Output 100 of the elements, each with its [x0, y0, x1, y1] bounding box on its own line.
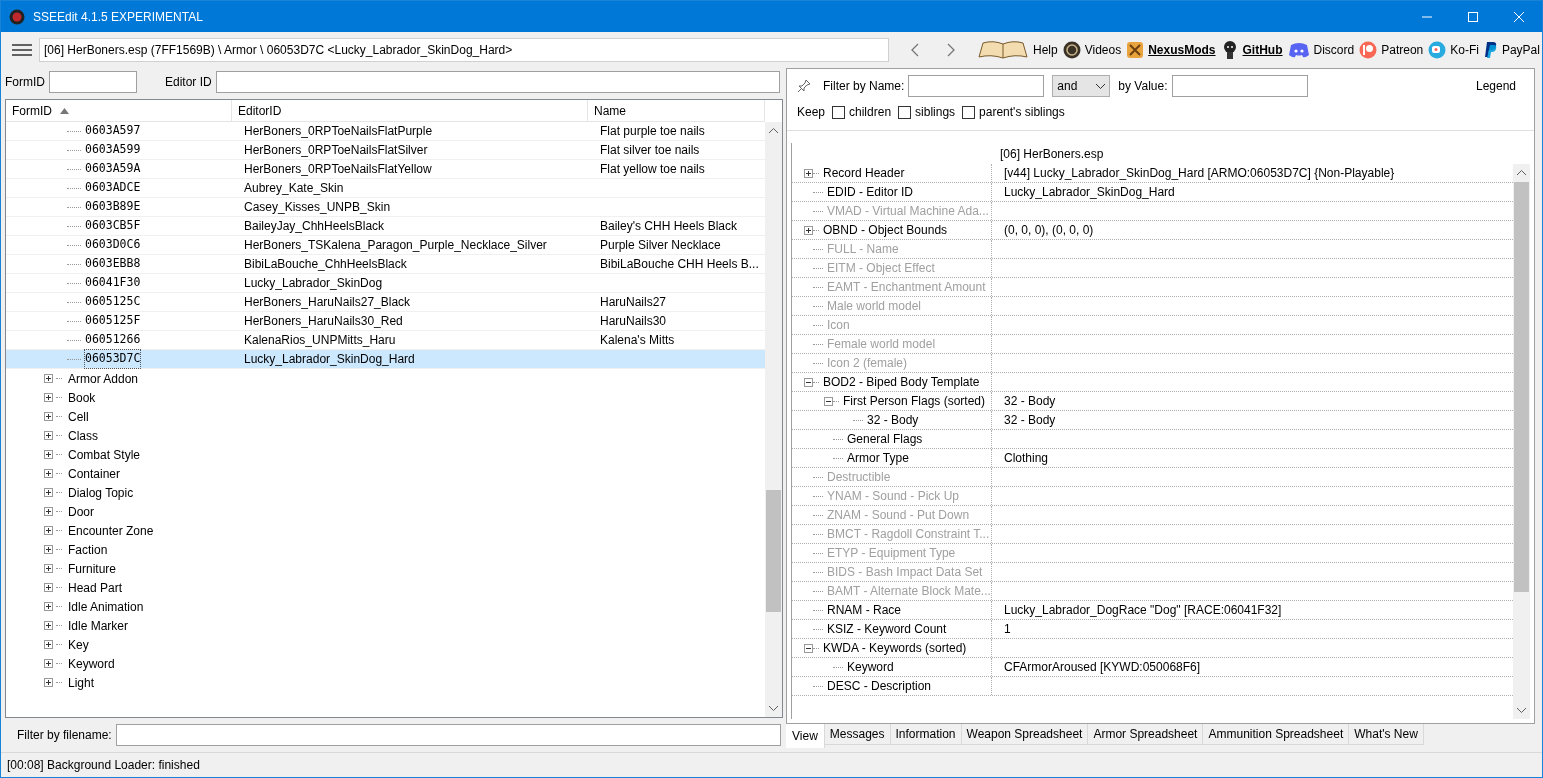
expand-icon[interactable]	[44, 374, 53, 383]
toolbar-link[interactable]: Discord	[1287, 41, 1355, 59]
pin-icon[interactable]	[797, 79, 811, 93]
filter-value-field[interactable]	[1171, 75, 1308, 97]
expand-icon[interactable]	[44, 450, 53, 459]
field-label[interactable]: General Flags	[847, 430, 923, 448]
scroll-down-icon[interactable]	[769, 705, 778, 711]
editor-id-field[interactable]	[215, 71, 780, 93]
column-header[interactable]: EditorID	[232, 100, 588, 121]
scrollbar-thumb[interactable]	[766, 490, 781, 612]
group-node[interactable]: Furniture	[68, 559, 117, 578]
column-header[interactable]: Name	[588, 100, 765, 121]
legend-button[interactable]: Legend	[1475, 77, 1516, 95]
expand-icon[interactable]	[44, 526, 53, 535]
field-label[interactable]: Keyword	[847, 658, 894, 676]
record-row[interactable]: 06041F30 Lucky_Labrador_SkinDog	[6, 274, 765, 293]
group-node[interactable]: Cell	[68, 407, 89, 426]
scroll-down-icon[interactable]	[1517, 707, 1526, 713]
group-node[interactable]: Idle Animation	[68, 597, 144, 616]
toolbar-link[interactable]: Videos	[1062, 41, 1122, 59]
group-node[interactable]: Keyword	[68, 654, 115, 673]
scrollbar[interactable]	[765, 122, 782, 717]
record-row[interactable]: 0605125C HerBoners_HaruNails27_Black HaruNails27	[6, 293, 765, 312]
record-row[interactable]: 0603A599 HerBoners_0RPToeNailsFlatSilver Flat silver toe nails	[6, 141, 765, 160]
expand-icon[interactable]	[44, 659, 53, 668]
scrollbar-thumb[interactable]	[1514, 182, 1529, 592]
field-label[interactable]: Armor Type	[847, 449, 909, 467]
tab[interactable]: Information	[890, 724, 962, 745]
record-row[interactable]: 06053D7C Lucky_Labrador_SkinDog_Hard	[6, 350, 765, 369]
group-node[interactable]: Encounter Zone	[68, 521, 154, 540]
field-label[interactable]: BOD2 - Biped Body Template	[823, 373, 980, 391]
expand-icon[interactable]	[44, 583, 53, 592]
group-node[interactable]: Door	[68, 502, 94, 521]
expand-icon[interactable]	[44, 564, 53, 573]
scrollbar[interactable]	[1513, 164, 1530, 719]
tab[interactable]: Messages	[824, 724, 891, 745]
group-node[interactable]: Class	[68, 426, 98, 445]
scroll-up-icon[interactable]	[1517, 170, 1526, 176]
expand-icon[interactable]	[44, 393, 53, 402]
expand-icon[interactable]	[44, 678, 53, 687]
expand-icon[interactable]	[804, 168, 813, 178]
expand-icon[interactable]	[44, 640, 53, 649]
record-row[interactable]: 0603D0C6 HerBoners_TSKalena_Paragon_Purple_Necklace_Silver Purple Silver Necklace	[6, 236, 765, 255]
group-node[interactable]: Armor Addon	[68, 369, 139, 388]
operator-dropdown[interactable]: and	[1052, 75, 1111, 97]
expand-icon[interactable]	[44, 412, 53, 421]
collapse-icon[interactable]	[804, 643, 813, 653]
expand-icon[interactable]	[44, 545, 53, 554]
record-row[interactable]: 0603EBB8 BibiLaBouche_ChhHeelsBlack BibiLaBouche CHH Heels B...	[6, 255, 765, 274]
field-label[interactable]: 32 - Body	[867, 411, 919, 429]
field-label[interactable]: EDID - Editor ID	[827, 183, 913, 201]
group-node[interactable]: Dialog Topic	[68, 483, 134, 502]
checkbox[interactable]	[832, 105, 846, 119]
group-node[interactable]: Key	[68, 635, 89, 654]
toolbar-link[interactable]: GitHub	[1220, 40, 1283, 60]
record-row[interactable]: 0603B89E Casey_Kisses_UNPB_Skin	[6, 198, 765, 217]
tab[interactable]: Weapon Spreadsheet	[961, 724, 1089, 745]
group-node[interactable]: Idle Marker	[68, 616, 129, 635]
path-field[interactable]: [06] HerBoners.esp (7FF1569B) \ Armor \ 06053D7C <Lucky_Labrador_SkinDog_Hard>	[39, 38, 889, 62]
record-row[interactable]: 0603ADCE Aubrey_Kate_Skin	[6, 179, 765, 198]
field-label[interactable]: KWDA - Keywords (sorted)	[823, 639, 967, 657]
toolbar-link[interactable]: Help	[977, 39, 1058, 61]
expand-icon[interactable]	[44, 488, 53, 497]
filter-name-field[interactable]	[908, 75, 1045, 97]
record-row[interactable]: 0605125F HerBoners_HaruNails30_Red HaruNails30	[6, 312, 765, 331]
toolbar-link[interactable]: Patreon	[1359, 41, 1424, 59]
group-node[interactable]: Faction	[68, 540, 108, 559]
group-node[interactable]: Head Part	[68, 578, 123, 597]
expand-icon[interactable]	[804, 225, 813, 235]
group-node[interactable]: Book	[68, 388, 96, 407]
column-header[interactable]: FormID	[6, 100, 232, 121]
group-node[interactable]: Container	[68, 464, 121, 483]
field-label[interactable]: Record Header	[823, 164, 905, 182]
expand-icon[interactable]	[44, 507, 53, 516]
record-row[interactable]: 0603A597 HerBoners_0RPToeNailsFlatPurple Flat purple toe nails	[6, 122, 765, 141]
field-label[interactable]: KSIZ - Keyword Count	[827, 620, 947, 638]
formid-field[interactable]	[49, 71, 137, 93]
group-node[interactable]: Combat Style	[68, 445, 141, 464]
record-row[interactable]: 0603A59A HerBoners_0RPToeNailsFlatYellow Flat yellow toe nails	[6, 160, 765, 179]
tab[interactable]: View	[786, 724, 825, 748]
scroll-up-icon[interactable]	[769, 128, 778, 134]
field-label[interactable]: OBND - Object Bounds	[823, 221, 948, 239]
checkbox[interactable]	[962, 105, 976, 119]
field-label[interactable]: First Person Flags (sorted)	[843, 392, 986, 410]
expand-icon[interactable]	[44, 469, 53, 478]
collapse-icon[interactable]	[824, 396, 833, 406]
expand-icon[interactable]	[44, 431, 53, 440]
checkbox[interactable]	[898, 105, 912, 119]
toolbar-link[interactable]: Ko-Fi	[1428, 41, 1479, 59]
tab[interactable]: Armor Spreadsheet	[1088, 724, 1204, 745]
expand-icon[interactable]	[44, 621, 53, 630]
field-label[interactable]: DESC - Description	[827, 677, 932, 695]
toolbar-link[interactable]: NexusMods	[1126, 41, 1216, 59]
expand-icon[interactable]	[44, 602, 53, 611]
field-label[interactable]: RNAM - Race	[827, 601, 901, 619]
toolbar-link[interactable]: PayPal	[1483, 41, 1540, 59]
filter-filename-field[interactable]	[115, 724, 781, 746]
tab[interactable]: What's New	[1349, 724, 1424, 745]
group-node[interactable]: Light	[68, 673, 95, 692]
collapse-icon[interactable]	[804, 377, 813, 387]
